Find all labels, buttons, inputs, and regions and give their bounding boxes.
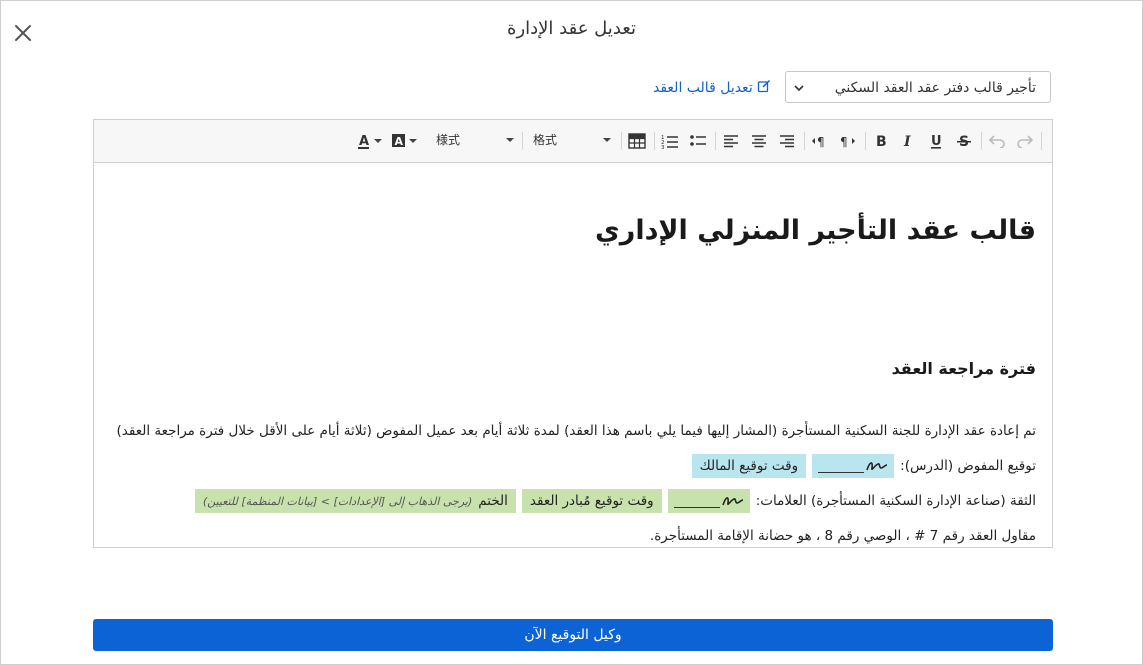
edit-icon xyxy=(757,79,771,97)
align-center-icon[interactable] xyxy=(749,130,769,152)
initiator-sign-time-field[interactable]: وقت توقيع مُبادر العقد xyxy=(521,489,662,513)
font-color-caret-icon[interactable] xyxy=(373,130,383,152)
seal-label: الختم xyxy=(478,493,508,509)
bold-icon[interactable]: B xyxy=(871,130,891,152)
toolbar-divider xyxy=(981,132,982,150)
svg-text:A: A xyxy=(359,134,369,149)
signature-pen-icon xyxy=(866,462,888,471)
undo-icon[interactable] xyxy=(987,130,1007,152)
toolbar-divider xyxy=(865,132,866,150)
style-dropdown-label: 様式 xyxy=(436,133,461,147)
svg-text:U: U xyxy=(931,134,942,149)
svg-text:A: A xyxy=(395,135,404,148)
caret-down-icon xyxy=(603,138,611,142)
svg-text:¶: ¶ xyxy=(817,135,825,149)
svg-text:¶: ¶ xyxy=(840,135,848,149)
edit-template-link-label: تعديل قالب العقد xyxy=(653,80,753,96)
redo-icon[interactable] xyxy=(1015,130,1035,152)
paragraph-trust-signature: الثقة (صناعة الإدارة السكنية المستأجرة) … xyxy=(194,489,1036,513)
toolbar-divider xyxy=(621,132,622,150)
svg-text:B: B xyxy=(876,134,887,149)
editor-toolbar: A A 様式 格式 1 2 3 ¶ ¶ B I U S xyxy=(94,120,1052,163)
svg-text:3: 3 xyxy=(661,145,665,149)
paragraph-text: تم إعادة عقد الإدارة للجنة السكنية المست… xyxy=(116,423,1036,439)
bullet-list-icon[interactable] xyxy=(688,130,708,152)
paragraph-review-period: تم إعادة عقد الإدارة للجنة السكنية المست… xyxy=(117,423,1036,439)
template-select[interactable]: تأجير قالب دفتر عقد العقد السكني xyxy=(785,71,1051,103)
signature-line xyxy=(673,494,744,508)
italic-icon[interactable]: I xyxy=(898,130,918,152)
edit-template-link[interactable]: تعديل قالب العقد xyxy=(653,79,771,97)
trust-signature-field[interactable] xyxy=(667,489,750,513)
ltr-direction-icon[interactable]: ¶ xyxy=(838,130,858,152)
font-color-icon[interactable]: A xyxy=(355,130,373,152)
toolbar-divider xyxy=(522,132,523,150)
template-select-value: تأجير قالب دفتر عقد العقد السكني xyxy=(834,80,1036,96)
underline-icon[interactable]: U xyxy=(926,130,946,152)
sign-now-button[interactable]: وكيل التوقيع الآن xyxy=(93,619,1053,651)
paragraph-agent-signature: توقيع المفوض (الدرس): وقت توقيع المالك xyxy=(691,454,1036,478)
style-dropdown[interactable]: 様式 xyxy=(436,131,514,151)
rtl-direction-icon[interactable]: ¶ xyxy=(810,130,830,152)
seal-field[interactable]: الختم (يرجى الذهاب إلى [الإعدادات] > [بي… xyxy=(194,489,516,513)
format-dropdown[interactable]: 格式 xyxy=(533,131,611,151)
toolbar-divider xyxy=(715,132,716,150)
paragraph-contractor: مقاول العقد رقم 7 # ، الوصي رقم 8 ، هو ح… xyxy=(650,528,1036,544)
table-icon[interactable] xyxy=(627,130,647,152)
agent-signature-label: توقيع المفوض (الدرس): xyxy=(900,458,1036,474)
paragraph-text: مقاول العقد رقم 7 # ، الوصي رقم 8 ، هو ح… xyxy=(649,528,1036,544)
signature-pen-icon xyxy=(721,497,743,506)
caret-down-icon xyxy=(506,138,514,142)
rich-text-editor: A A 様式 格式 1 2 3 ¶ ¶ B I U S قالب عقد الت… xyxy=(93,119,1053,548)
align-left-icon[interactable] xyxy=(721,130,741,152)
highlight-caret-icon[interactable] xyxy=(408,130,418,152)
align-right-icon[interactable] xyxy=(777,130,797,152)
strikethrough-icon[interactable]: S xyxy=(954,130,974,152)
toolbar-divider xyxy=(654,132,655,150)
document-title: قالب عقد التأجير المنزلي الإداري xyxy=(595,215,1036,246)
seal-hint: (يرجى الذهاب إلى [الإعدادات] > [بيانات ا… xyxy=(202,494,473,508)
toolbar-divider xyxy=(1041,132,1042,150)
signature-line xyxy=(818,459,888,473)
owner-sign-time-field[interactable]: وقت توقيع المالك xyxy=(691,454,807,478)
format-dropdown-label: 格式 xyxy=(533,133,558,147)
toolbar-divider xyxy=(804,132,805,150)
editor-content[interactable]: قالب عقد التأجير المنزلي الإداري فترة مر… xyxy=(94,163,1052,547)
edit-contract-dialog: تعديل عقد الإدارة تأجير قالب دفتر عقد ال… xyxy=(0,0,1143,665)
numbered-list-icon[interactable]: 1 2 3 xyxy=(660,130,680,152)
highlight-color-icon[interactable]: A xyxy=(390,130,408,152)
dialog-title: تعديل عقد الإدارة xyxy=(507,18,636,39)
agent-signature-field[interactable] xyxy=(812,454,895,478)
chevron-down-icon xyxy=(792,80,806,94)
svg-text:I: I xyxy=(903,134,911,149)
section-heading: فترة مراجعة العقد xyxy=(891,359,1036,378)
trust-signature-label: الثقة (صناعة الإدارة السكنية المستأجرة) … xyxy=(755,493,1036,509)
